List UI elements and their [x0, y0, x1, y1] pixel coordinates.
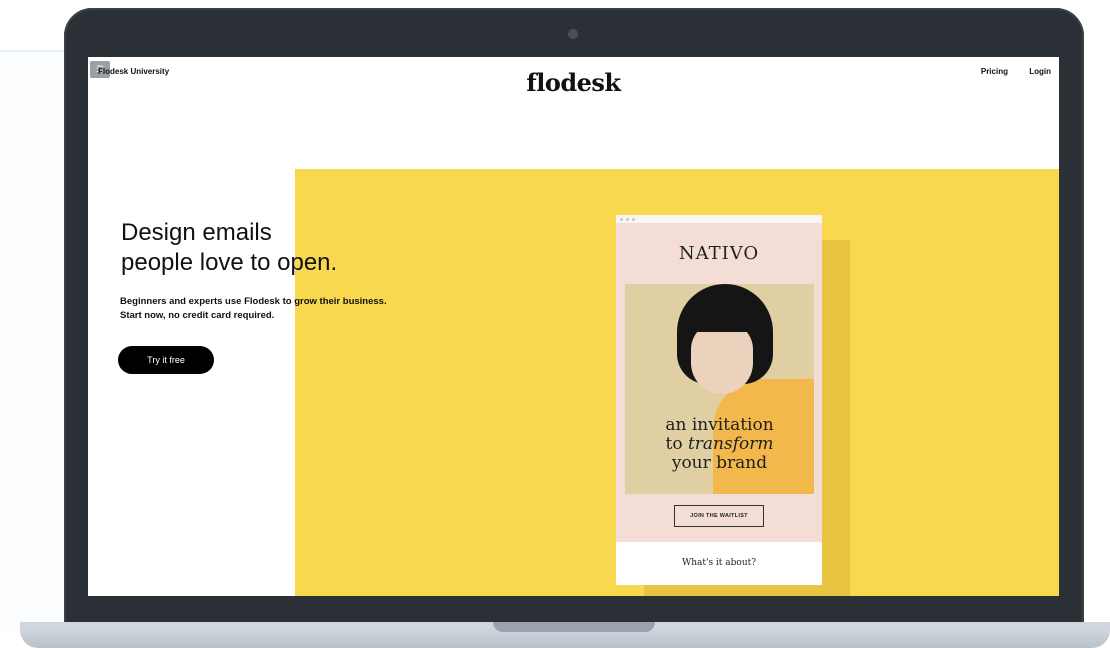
- email-hero-photo: an invitation to transform your brand: [625, 284, 814, 494]
- nav-right-links: Pricing Login: [962, 67, 1051, 76]
- background-line: [0, 50, 70, 52]
- background-panel: [0, 52, 70, 632]
- hero-subtext: Beginners and experts use Flodesk to gro…: [120, 296, 387, 321]
- nav-login-link[interactable]: Login: [1029, 67, 1051, 76]
- laptop-screen: ☰ Flodesk University flodesk Pricing Log…: [88, 57, 1059, 596]
- headline-line-1: Design emails: [121, 219, 272, 246]
- about-text: What's it about?: [681, 558, 757, 568]
- window-dot-icon: [632, 218, 635, 221]
- tagline-prefix: to: [665, 434, 688, 454]
- email-preview-card: NATIVO an invitation to transform your b…: [616, 215, 822, 585]
- window-dot-icon: [626, 218, 629, 221]
- email-brand-title: NATIVO: [678, 243, 760, 264]
- tagline-line-2: to transform: [625, 435, 814, 454]
- join-waitlist-button[interactable]: JOIN THE WAITLIST: [674, 505, 764, 527]
- try-it-free-button[interactable]: Try it free: [118, 346, 214, 374]
- headline-line-2: people love to open.: [121, 249, 338, 276]
- photo-face: [691, 322, 753, 394]
- camera-icon: [568, 29, 578, 39]
- nav-pricing-link[interactable]: Pricing: [981, 67, 1008, 76]
- brand-logo[interactable]: flodesk: [88, 68, 1059, 97]
- card-footer: What's it about?: [616, 542, 822, 585]
- tagline-line-1: an invitation: [665, 415, 774, 435]
- email-tagline: an invitation to transform your brand: [625, 416, 814, 473]
- window-dot-icon: [620, 218, 623, 221]
- tagline-line-3: your brand: [671, 453, 768, 473]
- tagline-italic: transform: [687, 434, 774, 454]
- card-window-bar: [616, 215, 822, 223]
- laptop-notch: [493, 622, 655, 632]
- hero-headline: Design emails people love to open.: [121, 218, 337, 278]
